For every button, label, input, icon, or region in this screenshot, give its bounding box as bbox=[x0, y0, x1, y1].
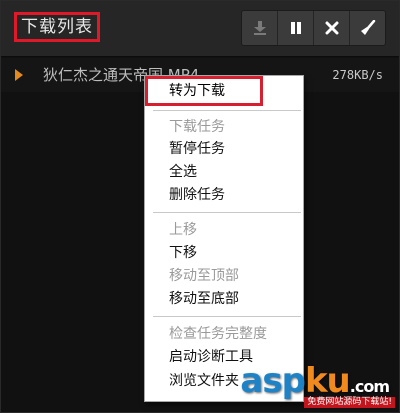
panel-header: 下载列表 bbox=[1, 1, 399, 57]
menu-item-convert-to-download[interactable]: 转为下载 bbox=[145, 76, 263, 106]
watermark: aspku.com 免费网站源码下载站! bbox=[240, 364, 395, 410]
broom-icon bbox=[360, 20, 375, 35]
close-icon bbox=[325, 21, 338, 35]
menu-item-delete-task[interactable]: 删除任务 bbox=[169, 184, 225, 206]
pause-button[interactable] bbox=[278, 11, 314, 45]
download-button[interactable] bbox=[242, 11, 278, 45]
watermark-tagline: 免费网站源码下载站! bbox=[304, 397, 395, 408]
menu-item-move-up: 上移 bbox=[169, 222, 197, 238]
menu-item-check-integrity: 检查任务完整度 bbox=[169, 326, 267, 342]
menu-item-pause-task[interactable]: 暂停任务 bbox=[169, 138, 225, 160]
menu-item-move-to-top: 移动至顶部 bbox=[169, 268, 239, 284]
menu-item-browse-folder[interactable]: 浏览文件夹 bbox=[169, 370, 239, 392]
context-menu: 转为下载 下载任务 暂停任务 全选 删除任务 上移 下移 移动至顶部 移动至底部… bbox=[144, 75, 304, 402]
download-list-panel: 下载列表 狄仁杰之通天帝国.MP4 278KB/s 转为下载 下载任务 暂停任务… bbox=[0, 0, 400, 413]
menu-item-move-down[interactable]: 下移 bbox=[169, 242, 197, 264]
play-icon[interactable] bbox=[15, 69, 23, 81]
delete-button[interactable] bbox=[314, 11, 350, 45]
toolbar bbox=[241, 10, 386, 46]
pause-icon bbox=[290, 22, 301, 34]
download-speed: 278KB/s bbox=[332, 68, 383, 82]
menu-item-move-to-bottom[interactable]: 移动至底部 bbox=[169, 288, 239, 310]
panel-title: 下载列表 bbox=[14, 12, 100, 42]
menu-item-download-task: 下载任务 bbox=[169, 119, 225, 135]
menu-separator bbox=[153, 316, 301, 317]
menu-separator bbox=[153, 212, 301, 213]
clean-button[interactable] bbox=[350, 11, 385, 45]
menu-item-select-all[interactable]: 全选 bbox=[169, 161, 197, 183]
download-icon bbox=[253, 21, 266, 35]
menu-separator bbox=[153, 110, 301, 111]
